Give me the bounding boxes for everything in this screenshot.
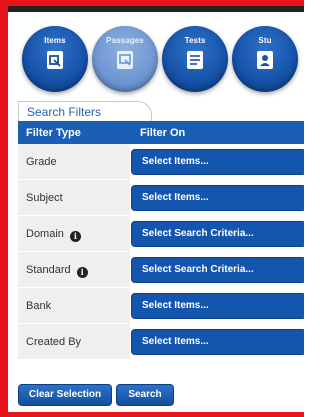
- info-icon[interactable]: i: [76, 267, 88, 278]
- filter-label-created-by: Created By: [18, 324, 130, 360]
- filter-row-standard: Standard i Select Search Criteria...: [18, 252, 304, 288]
- nav-tests-button[interactable]: Tests: [162, 26, 228, 92]
- info-icon[interactable]: i: [69, 231, 81, 242]
- filter-label-bank: Bank: [18, 288, 130, 324]
- nav-items-button[interactable]: Items: [22, 26, 88, 92]
- nav-students-button[interactable]: Stu: [232, 26, 298, 92]
- filter-on-header: Filter On: [140, 127, 186, 139]
- nav-items-label: Items: [44, 36, 66, 45]
- filter-row-subject: Subject Select Items...: [18, 180, 304, 216]
- nav-passages-button[interactable]: Passages: [92, 26, 158, 92]
- items-icon: [47, 51, 63, 69]
- subject-select-button[interactable]: Select Items...: [131, 185, 304, 211]
- domain-select-button[interactable]: Select Search Criteria...: [131, 221, 304, 247]
- filter-type-header: Filter Type: [26, 127, 81, 139]
- nav-tests-label: Tests: [184, 36, 206, 45]
- filter-label-standard: Standard i: [18, 252, 130, 288]
- filter-label-grade: Grade: [18, 144, 130, 180]
- passages-icon: [117, 51, 133, 69]
- nav-passages-label: Passages: [106, 36, 144, 45]
- nav-students-label: Stu: [258, 36, 272, 45]
- clear-selection-button[interactable]: Clear Selection: [18, 384, 112, 406]
- grade-select-button[interactable]: Select Items...: [131, 149, 304, 175]
- filter-row-domain: Domain i Select Search Criteria...: [18, 216, 304, 252]
- students-icon: [257, 51, 273, 69]
- filters-header-row: Filter Type Filter On: [18, 121, 304, 144]
- filter-row-created-by: Created By Select Items...: [18, 324, 304, 360]
- tests-icon: [187, 51, 203, 69]
- top-strip: [8, 6, 304, 12]
- screenshot-frame: Items Passages Tests Stu Search Filters …: [0, 0, 304, 417]
- standard-select-button[interactable]: Select Search Criteria...: [131, 257, 304, 283]
- filter-label-domain: Domain i: [18, 216, 130, 252]
- bank-select-button[interactable]: Select Items...: [131, 293, 304, 319]
- filter-row-bank: Bank Select Items...: [18, 288, 304, 324]
- search-filters-tab: Search Filters: [18, 101, 152, 121]
- filter-label-subject: Subject: [18, 180, 130, 216]
- filters-table: Grade Select Items... Subject Select Ite…: [18, 144, 304, 360]
- search-button[interactable]: Search: [116, 384, 174, 406]
- created-by-select-button[interactable]: Select Items...: [131, 329, 304, 355]
- filter-row-grade: Grade Select Items...: [18, 144, 304, 180]
